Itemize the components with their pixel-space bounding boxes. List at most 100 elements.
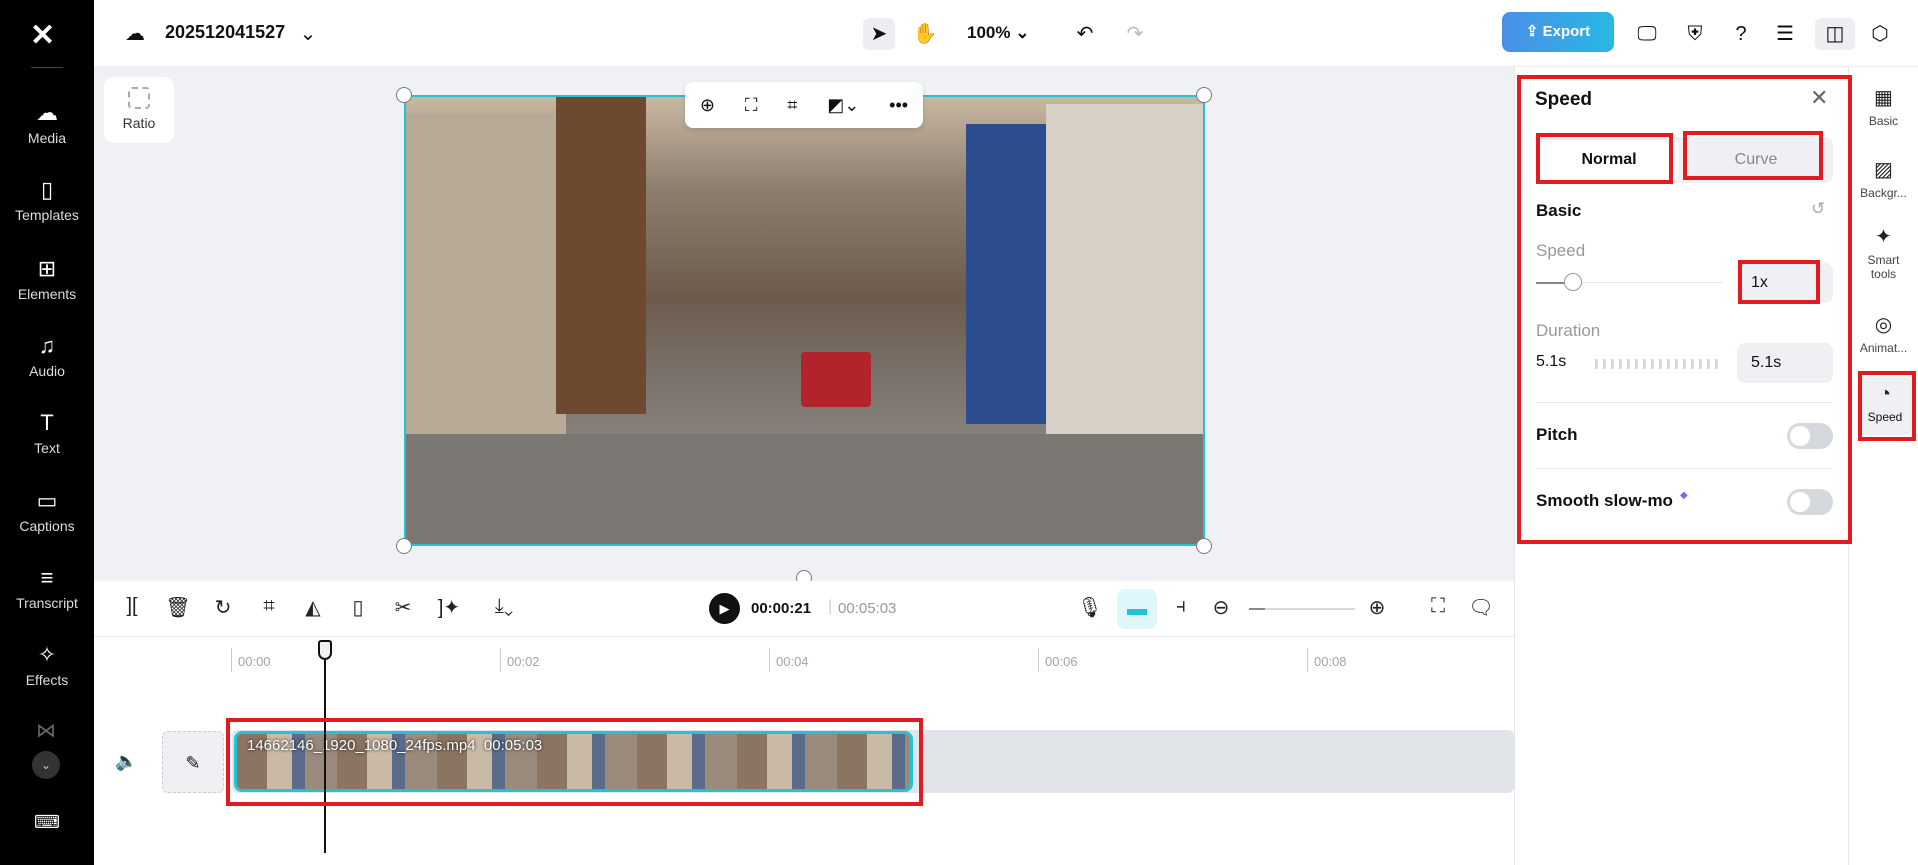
- download-dropdown-icon[interactable]: ⤓⌄: [482, 595, 526, 618]
- track-volume-icon[interactable]: 🔈: [115, 751, 137, 772]
- tab-curve[interactable]: Curve: [1686, 140, 1826, 180]
- text-icon: T: [40, 410, 54, 435]
- reset-icon[interactable]: ↺: [1811, 199, 1825, 219]
- speed-panel: Speed ✕ Normal Curve Basic ↺ Speed 1x Du…: [1514, 67, 1849, 865]
- split-align-icon[interactable]: ⫞: [1167, 595, 1195, 618]
- zoom-in-icon[interactable]: ⊕: [1363, 595, 1391, 620]
- video-preview[interactable]: [404, 95, 1205, 546]
- plugin-icon[interactable]: ⋈: [36, 718, 56, 743]
- microphone-icon[interactable]: 🎙: [1076, 595, 1104, 620]
- export-label: Export: [1542, 23, 1591, 40]
- floating-toolbar: ⊕ ⛶ ⌗ ◩⌄ •••: [685, 82, 923, 128]
- layers-icon[interactable]: ☰: [1769, 18, 1801, 50]
- edit-cover-button[interactable]: ✎: [162, 731, 224, 793]
- settings-hex-icon[interactable]: ⬡: [1864, 18, 1896, 50]
- label: Smart tools: [1867, 253, 1900, 281]
- undo-icon[interactable]: ↶: [1069, 18, 1101, 50]
- sidebar-item-templates[interactable]: ▯ Templates: [0, 177, 94, 223]
- tab-normal[interactable]: Normal: [1539, 140, 1679, 180]
- ratio-button[interactable]: Ratio: [104, 77, 174, 143]
- zoom-level-dropdown[interactable]: 100% ⌄: [967, 23, 1029, 43]
- resize-handle-tl[interactable]: [396, 87, 412, 103]
- sidebar-item-captions[interactable]: ▭ Captions: [0, 488, 94, 534]
- sidebar-item-text[interactable]: T Text: [0, 410, 94, 456]
- rightbar-smart-tools[interactable]: ✦ Smart tools: [1849, 224, 1918, 281]
- resize-handle-br[interactable]: [1196, 538, 1212, 554]
- export-button[interactable]: ⇪ Export: [1502, 12, 1614, 52]
- fit-frame-icon[interactable]: ⛶: [745, 95, 758, 116]
- rightbar-speed[interactable]: ◔ Speed: [1858, 377, 1912, 435]
- zoom-out-icon[interactable]: ⊖: [1207, 595, 1235, 620]
- mask-icon[interactable]: ◩⌄: [827, 95, 859, 116]
- timeline-toolbar: ][ 🗑 ↻ ⌗ ◭ ▯ ✂ ]✦ ⤓⌄ ▶ 00:00:21 | 00:05:…: [94, 581, 1514, 637]
- replace-image-icon[interactable]: ⊕: [700, 95, 715, 116]
- sidebar-item-elements[interactable]: ⊞ Elements: [0, 256, 94, 302]
- panel-layout-icon[interactable]: ◫: [1815, 18, 1855, 50]
- speed-input[interactable]: 1x: [1737, 263, 1833, 303]
- duration-arrow-icon: [1595, 359, 1720, 369]
- rightbar-animation[interactable]: ◎ Animat...: [1849, 312, 1918, 355]
- sidebar-item-media[interactable]: ☁ Media: [0, 100, 94, 146]
- sparkle-icon: ✦: [1875, 226, 1892, 248]
- more-icon[interactable]: •••: [889, 95, 908, 116]
- duration-from: 5.1s: [1536, 353, 1567, 370]
- smart-split-icon[interactable]: ]✦: [435, 595, 463, 620]
- smooth-slowmo-toggle[interactable]: [1787, 489, 1833, 515]
- panel-title: Speed: [1535, 89, 1593, 110]
- ratio-label: Ratio: [122, 115, 156, 131]
- pitch-toggle[interactable]: [1787, 423, 1833, 449]
- playhead-handle[interactable]: [318, 640, 332, 660]
- help-icon[interactable]: ?: [1725, 18, 1757, 50]
- close-icon[interactable]: ✕: [1810, 85, 1828, 111]
- flip-icon[interactable]: ◭: [299, 595, 327, 620]
- expand-chevron-down-icon[interactable]: ⌄: [32, 751, 60, 779]
- monitor-download-icon[interactable]: 🖵: [1631, 18, 1663, 50]
- delete-icon[interactable]: 🗑: [164, 595, 192, 620]
- label: Transcript: [16, 595, 78, 611]
- resize-handle-bl[interactable]: [396, 538, 412, 554]
- hand-pan-icon[interactable]: ✋: [909, 18, 941, 50]
- divider: [1536, 468, 1833, 469]
- play-button[interactable]: ▶: [709, 593, 740, 624]
- shield-check-icon[interactable]: ⛨: [1679, 18, 1711, 50]
- speed-slider-thumb[interactable]: [1564, 273, 1582, 291]
- video-clip[interactable]: 14662146_1920_1080_24fps.mp4 00:05:03: [234, 731, 913, 792]
- sidebar-item-audio[interactable]: ♫ Audio: [0, 333, 94, 379]
- label: Animat...: [1859, 341, 1908, 355]
- mode-tabs: Normal Curve: [1536, 137, 1833, 183]
- tick-label: 00:06: [1038, 648, 1078, 672]
- cloud-saved-icon: ☁: [125, 23, 145, 45]
- magnet-snap-icon[interactable]: ▬: [1117, 589, 1157, 629]
- select-pointer-icon[interactable]: ➤: [863, 18, 895, 50]
- split-icon[interactable]: ][: [118, 595, 146, 618]
- redo-icon[interactable]: ↷: [1119, 18, 1151, 50]
- crop-icon[interactable]: ⌗: [255, 595, 283, 618]
- fullscreen-icon[interactable]: ⛶: [1424, 595, 1452, 618]
- capcut-logo-icon[interactable]: ✕: [30, 18, 55, 53]
- keyboard-icon[interactable]: ⌨: [34, 812, 60, 833]
- ratio-icon: [128, 87, 150, 109]
- freeze-icon[interactable]: ▯: [344, 595, 372, 620]
- playhead[interactable]: [324, 641, 326, 853]
- chevron-down-icon[interactable]: ⌄: [292, 18, 324, 50]
- label: Basic: [1868, 114, 1899, 128]
- replay-icon[interactable]: ↻: [209, 595, 237, 620]
- project-name[interactable]: 202512041527: [165, 22, 285, 43]
- scissors-icon[interactable]: ✂: [389, 595, 417, 620]
- crop-icon[interactable]: ⌗: [787, 95, 797, 116]
- rightbar-basic[interactable]: ▦ Basic: [1849, 85, 1918, 128]
- rightbar-background[interactable]: ▨ Backgr...: [1849, 157, 1918, 200]
- duration-input[interactable]: 5.1s: [1737, 343, 1833, 383]
- label: Text: [34, 440, 60, 456]
- upload-icon: ⇪: [1525, 23, 1539, 40]
- resize-handle-tr[interactable]: [1196, 87, 1212, 103]
- label: Media: [27, 130, 67, 146]
- clip-name: 14662146_1920_1080_24fps.mp4: [247, 737, 476, 754]
- sidebar-item-effects[interactable]: ✧ Effects: [0, 642, 94, 688]
- label: Effects: [25, 672, 69, 688]
- caption-monitor-icon[interactable]: 🗨: [1467, 595, 1495, 620]
- timeline-zoom-slider[interactable]: [1249, 608, 1355, 610]
- speed-slider[interactable]: [1536, 273, 1722, 291]
- background-icon: ▨: [1874, 159, 1893, 181]
- sidebar-item-transcript[interactable]: ≡ Transcript: [0, 565, 94, 611]
